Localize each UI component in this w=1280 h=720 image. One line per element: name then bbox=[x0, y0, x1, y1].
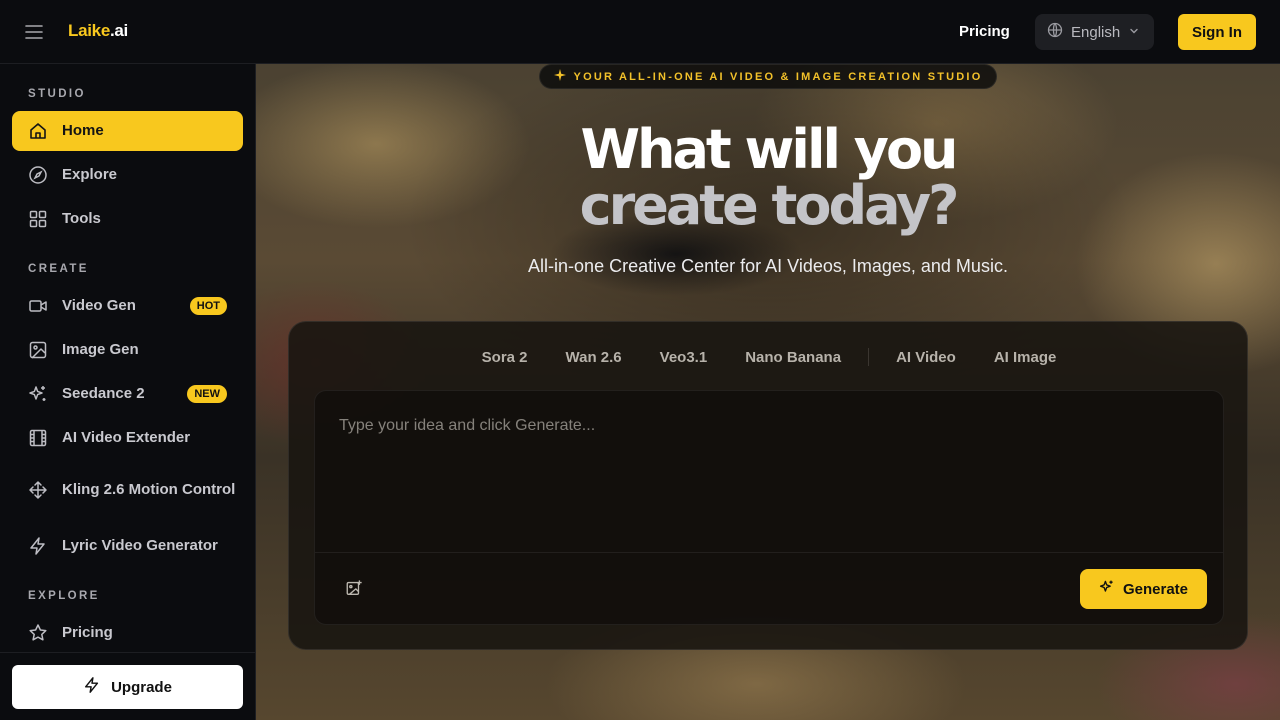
sparkles-icon bbox=[1099, 579, 1115, 599]
tab-sora-2[interactable]: Sora 2 bbox=[463, 349, 547, 366]
grid-icon bbox=[28, 209, 48, 229]
upgrade-button[interactable]: Upgrade bbox=[12, 665, 243, 709]
sidebar-item-pricing[interactable]: Pricing bbox=[12, 613, 243, 653]
sidebar-item-video-gen[interactable]: Video Gen HOT bbox=[12, 286, 243, 326]
generate-button[interactable]: Generate bbox=[1080, 569, 1207, 609]
sidebar-item-tools[interactable]: Tools bbox=[12, 199, 243, 239]
prompt-footer: Generate bbox=[315, 552, 1223, 624]
language-label: English bbox=[1071, 23, 1121, 41]
tab-nano-banana[interactable]: Nano Banana bbox=[726, 349, 860, 366]
move-icon bbox=[28, 480, 48, 500]
section-title-studio: STUDIO bbox=[28, 88, 86, 100]
logo-tld: .ai bbox=[109, 21, 128, 40]
sparkle-icon bbox=[553, 69, 566, 84]
nav-pricing-link[interactable]: Pricing bbox=[959, 23, 1010, 40]
zap-icon bbox=[83, 676, 101, 698]
tab-divider bbox=[868, 348, 870, 366]
film-icon bbox=[28, 428, 48, 448]
sidebar-item-label: Pricing bbox=[62, 624, 113, 641]
upgrade-label: Upgrade bbox=[111, 678, 172, 696]
chevron-down-icon bbox=[1128, 24, 1140, 41]
image-upload-icon[interactable] bbox=[345, 579, 365, 599]
sidebar-item-explore[interactable]: Explore bbox=[12, 155, 243, 195]
sidebar: STUDIO Home Explore Tools CREATE Video G… bbox=[0, 64, 256, 720]
zap-icon bbox=[28, 536, 48, 556]
compass-icon bbox=[28, 165, 48, 185]
tagline-pill: YOUR ALL-IN-ONE AI VIDEO & IMAGE CREATIO… bbox=[539, 64, 997, 89]
tagline-text: YOUR ALL-IN-ONE AI VIDEO & IMAGE CREATIO… bbox=[573, 70, 983, 83]
logo-brand: Laike bbox=[68, 21, 110, 40]
new-badge: NEW bbox=[187, 385, 227, 403]
tab-veo-3-1[interactable]: Veo3.1 bbox=[641, 349, 727, 366]
sidebar-item-image-gen[interactable]: Image Gen bbox=[12, 330, 243, 370]
home-icon bbox=[28, 121, 48, 141]
sidebar-item-label: Home bbox=[62, 122, 104, 139]
sidebar-item-label: Video Gen bbox=[62, 297, 136, 314]
sidebar-item-label: Tools bbox=[62, 210, 101, 227]
sidebar-item-label: Seedance 2 bbox=[62, 385, 145, 402]
sidebar-item-ai-video-extender[interactable]: AI Video Extender bbox=[12, 418, 243, 458]
top-bar: Laike.ai Pricing English Sign In bbox=[0, 0, 1280, 64]
model-tabs: Sora 2 Wan 2.6 Veo3.1 Nano Banana AI Vid… bbox=[289, 348, 1249, 366]
logo[interactable]: Laike.ai bbox=[68, 21, 128, 41]
upgrade-section: Upgrade bbox=[0, 652, 255, 720]
hero-section: YOUR ALL-IN-ONE AI VIDEO & IMAGE CREATIO… bbox=[256, 64, 1280, 720]
sidebar-item-label: Explore bbox=[62, 166, 118, 183]
hamburger-icon[interactable] bbox=[24, 22, 44, 42]
sidebar-item-label: Image Gen bbox=[62, 341, 139, 358]
image-icon bbox=[28, 340, 48, 360]
section-title-create: CREATE bbox=[28, 263, 89, 275]
sidebar-item-label: AI Video Extender bbox=[62, 429, 191, 446]
sidebar-item-label: Kling 2.6 Motion Control bbox=[62, 481, 236, 498]
language-selector[interactable]: English bbox=[1035, 14, 1154, 50]
hero-subhead: All-in-one Creative Center for AI Videos… bbox=[528, 256, 1008, 276]
sidebar-item-lyric-video-generator[interactable]: Lyric Video Generator bbox=[12, 526, 243, 566]
tab-wan-2-6[interactable]: Wan 2.6 bbox=[547, 349, 641, 366]
globe-icon bbox=[1047, 22, 1063, 42]
sidebar-item-home[interactable]: Home bbox=[12, 111, 243, 151]
prompt-input[interactable] bbox=[315, 391, 1223, 552]
generator-panel: Sora 2 Wan 2.6 Veo3.1 Nano Banana AI Vid… bbox=[288, 321, 1248, 650]
headline-line-1: What will you bbox=[580, 118, 958, 181]
hot-badge: HOT bbox=[189, 297, 227, 315]
sidebar-item-seedance-2[interactable]: Seedance 2 NEW bbox=[12, 374, 243, 414]
hero-headline: What will you create today? bbox=[256, 122, 1280, 234]
tab-ai-image[interactable]: AI Image bbox=[975, 349, 1076, 366]
generate-label: Generate bbox=[1122, 580, 1189, 598]
sidebar-item-label: Lyric Video Generator bbox=[62, 537, 218, 554]
section-title-explore: EXPLORE bbox=[28, 590, 100, 602]
sign-in-button[interactable]: Sign In bbox=[1178, 14, 1256, 50]
star-icon bbox=[28, 623, 48, 643]
tab-ai-video[interactable]: AI Video bbox=[877, 349, 975, 366]
sidebar-item-kling-motion-control[interactable]: Kling 2.6 Motion Control bbox=[12, 462, 243, 518]
video-icon bbox=[28, 296, 48, 316]
headline-line-2: create today? bbox=[579, 174, 960, 237]
sparkles-icon bbox=[28, 384, 48, 404]
prompt-box: Generate bbox=[314, 390, 1224, 625]
